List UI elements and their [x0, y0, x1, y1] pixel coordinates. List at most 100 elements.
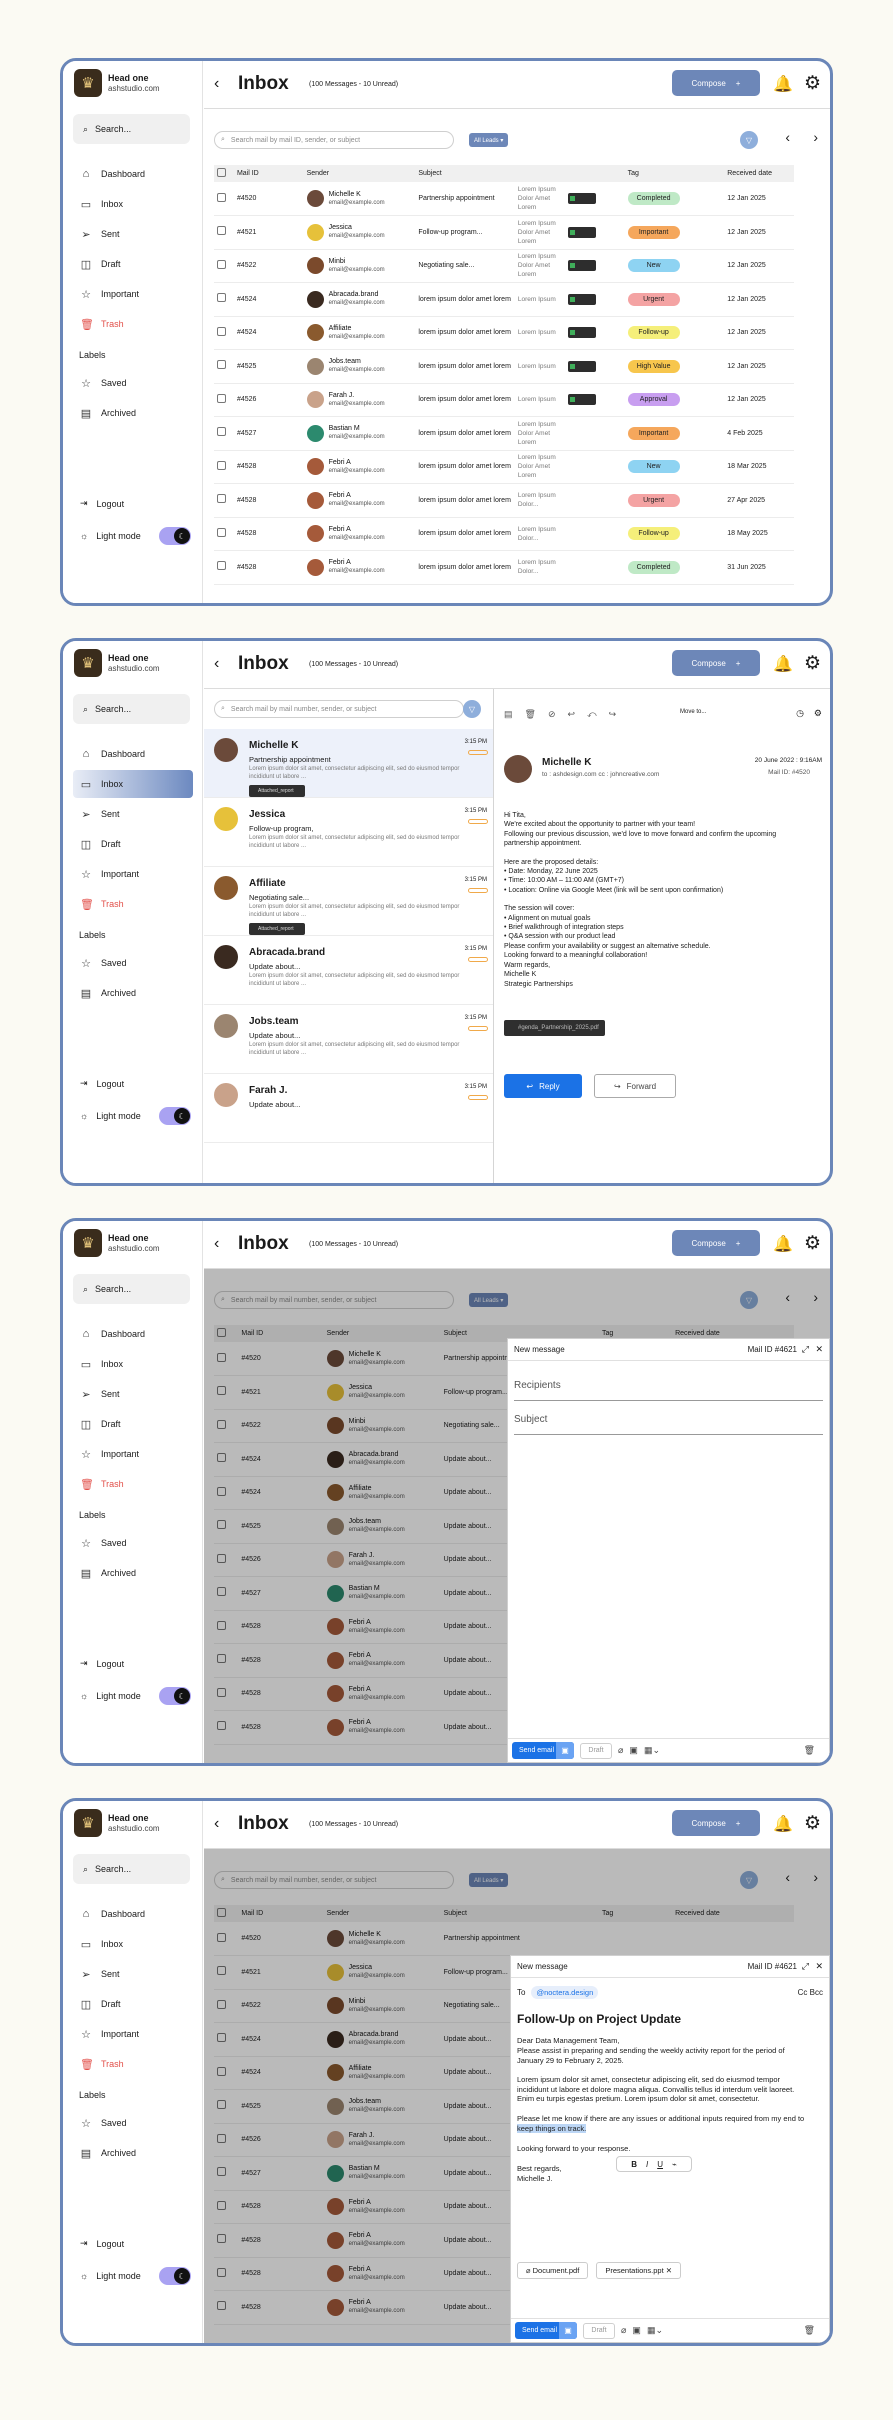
- status-badge[interactable]: Follow-up: [627, 527, 680, 541]
- sidebar-item-important[interactable]: ☆ Important: [73, 280, 193, 308]
- sidebar-item-draft[interactable]: ◫ Draft: [73, 830, 193, 858]
- sidebar-item-draft[interactable]: ◫ Draft: [73, 1990, 193, 2018]
- subject-field[interactable]: Subject: [514, 1405, 823, 1435]
- bell-icon[interactable]: 🔔: [773, 74, 793, 94]
- archive-icon[interactable]: ▤: [504, 709, 513, 720]
- back-arrow-icon[interactable]: ‹: [214, 1235, 219, 1253]
- table-row[interactable]: #4521 Jessica email@example.com Follow-up…: [214, 215, 794, 250]
- clock-icon[interactable]: ◷: [796, 708, 804, 719]
- draft-button[interactable]: Draft: [583, 2322, 615, 2339]
- sidebar-search[interactable]: ⌕ Search...: [73, 694, 190, 724]
- logout-button[interactable]: ⇥ Logout: [80, 2238, 124, 2249]
- list-item[interactable]: Michelle K Partnership appointment Lorem…: [204, 729, 493, 798]
- attachment-chip[interactable]: Presentations.ppt ✕: [596, 2262, 682, 2279]
- forward-button[interactable]: ↪ Forward: [594, 1074, 676, 1098]
- theme-toggle[interactable]: ☾: [159, 2267, 191, 2285]
- sidebar-item-dashboard[interactable]: ⌂ Dashboard: [73, 1900, 193, 1928]
- sidebar-search[interactable]: ⌕ Search...: [73, 114, 190, 144]
- compose-button[interactable]: Compose +: [672, 1810, 760, 1836]
- row-checkbox[interactable]: [214, 483, 234, 518]
- row-checkbox[interactable]: [214, 416, 234, 451]
- close-icon[interactable]: ✕: [815, 1961, 823, 1972]
- reply-icon[interactable]: ↩: [568, 709, 576, 720]
- link-icon[interactable]: ⌁: [672, 2160, 677, 2169]
- list-item[interactable]: Jessica Follow-up program, Lorem ipsum d…: [204, 798, 493, 867]
- sidebar-item-archived[interactable]: ▤ Archived: [73, 979, 193, 1007]
- gear-icon[interactable]: ⚙: [804, 72, 821, 95]
- sidebar-item-inbox[interactable]: ▭ Inbox: [73, 190, 193, 218]
- sidebar-item-archived[interactable]: ▤ Archived: [73, 2139, 193, 2167]
- back-arrow-icon[interactable]: ‹: [214, 75, 219, 93]
- sidebar-item-archived[interactable]: ▤ Archived: [73, 1559, 193, 1587]
- attachment-chip[interactable]: Attached_report: [249, 785, 305, 797]
- cc-bcc-toggle[interactable]: Cc Bcc: [798, 1988, 823, 1997]
- sidebar-item-trash[interactable]: 🗑 Trash: [73, 890, 193, 918]
- next-page-icon[interactable]: ›: [813, 129, 818, 145]
- gear-icon[interactable]: ⚙: [804, 1812, 821, 1835]
- status-badge[interactable]: Important: [627, 426, 680, 440]
- sidebar-item-draft[interactable]: ◫ Draft: [73, 250, 193, 278]
- recipients-field[interactable]: Recipients: [514, 1371, 823, 1401]
- row-checkbox[interactable]: [214, 517, 234, 551]
- status-badge[interactable]: Completed: [627, 192, 680, 205]
- remove-attachment-icon[interactable]: ✕: [666, 2266, 672, 2275]
- logout-button[interactable]: ⇥ Logout: [80, 1078, 124, 1089]
- draft-button[interactable]: Draft: [580, 1742, 612, 1759]
- sidebar-item-dashboard[interactable]: ⌂ Dashboard: [73, 740, 193, 768]
- sidebar-item-inbox[interactable]: ▭ Inbox: [73, 1930, 193, 1958]
- send-email-button[interactable]: Send email ▣: [512, 1742, 574, 1759]
- sidebar-item-trash[interactable]: 🗑 Trash: [73, 310, 193, 338]
- reply-all-icon[interactable]: ⤺: [587, 709, 597, 720]
- gear-icon[interactable]: ⚙: [804, 652, 821, 675]
- schedule-icon[interactable]: ▣: [556, 1742, 574, 1759]
- status-badge[interactable]: Completed: [627, 560, 680, 574]
- sidebar-item-sent[interactable]: ➢ Sent: [73, 220, 193, 248]
- select-all-checkbox[interactable]: [214, 165, 234, 182]
- sidebar-item-sent[interactable]: ➢ Sent: [73, 1380, 193, 1408]
- brand[interactable]: ♛ Head one ashstudio.com: [74, 1809, 160, 1837]
- brand[interactable]: ♛ Head one ashstudio.com: [74, 1229, 160, 1257]
- leads-filter-dropdown[interactable]: All Leads ▾: [469, 133, 509, 147]
- sidebar-item-saved[interactable]: ☆ Saved: [73, 369, 193, 397]
- list-item[interactable]: Farah J. Update about... 3:15 PM: [204, 1074, 493, 1143]
- to-field[interactable]: To @noctera.design: [517, 1986, 599, 1999]
- trash-icon[interactable]: 🗑: [804, 1745, 815, 1756]
- list-item[interactable]: Abracada.brand Update about... Lorem ips…: [204, 936, 493, 1005]
- column-header[interactable]: Sender: [303, 165, 416, 182]
- sidebar-item-important[interactable]: ☆ Important: [73, 860, 193, 888]
- close-icon[interactable]: ✕: [815, 1344, 823, 1355]
- status-badge[interactable]: High Value: [627, 359, 680, 373]
- row-checkbox[interactable]: [214, 383, 234, 417]
- expand-icon[interactable]: ⤢: [802, 1344, 809, 1355]
- gear-icon[interactable]: ⚙: [814, 708, 822, 719]
- bell-icon[interactable]: 🔔: [773, 1234, 793, 1254]
- status-badge[interactable]: Approval: [627, 393, 680, 407]
- status-badge[interactable]: New: [627, 460, 680, 474]
- row-checkbox[interactable]: [214, 282, 234, 317]
- sidebar-search[interactable]: ⌕ Search...: [73, 1274, 190, 1304]
- sidebar-item-sent[interactable]: ➢ Sent: [73, 1960, 193, 1988]
- attach-icon[interactable]: ⌀: [618, 1745, 623, 1756]
- row-checkbox[interactable]: [214, 349, 234, 384]
- row-checkbox[interactable]: [214, 316, 234, 350]
- sidebar-item-important[interactable]: ☆ Important: [73, 1440, 193, 1468]
- status-badge[interactable]: New: [627, 259, 680, 273]
- gear-icon[interactable]: ⚙: [804, 1232, 821, 1255]
- table-row[interactable]: #4527 Bastian Memail@example.com lorem i…: [214, 416, 794, 451]
- brand[interactable]: ♛ Head one ashstudio.com: [74, 69, 160, 97]
- table-icon[interactable]: ▦⌄: [644, 1745, 660, 1756]
- back-arrow-icon[interactable]: ‹: [214, 655, 219, 673]
- schedule-icon[interactable]: ▣: [559, 2322, 577, 2339]
- row-checkbox[interactable]: [214, 249, 234, 283]
- filter-icon[interactable]: ▽: [463, 700, 481, 718]
- move-to-menu[interactable]: Move to...: [680, 709, 706, 715]
- bold-icon[interactable]: B: [631, 2160, 637, 2169]
- sidebar-item-archived[interactable]: ▤ Archived: [73, 399, 193, 427]
- table-row[interactable]: #4528 Febri Aemail@example.com lorem ips…: [214, 517, 794, 551]
- image-icon[interactable]: ▣: [632, 2325, 641, 2336]
- status-badge[interactable]: Urgent: [627, 493, 680, 507]
- table-row[interactable]: #4526 Farah J. email@example.com lorem ip…: [214, 383, 794, 417]
- compose-button[interactable]: Compose +: [672, 650, 760, 676]
- row-checkbox[interactable]: [214, 215, 234, 250]
- underline-icon[interactable]: U: [657, 2160, 663, 2169]
